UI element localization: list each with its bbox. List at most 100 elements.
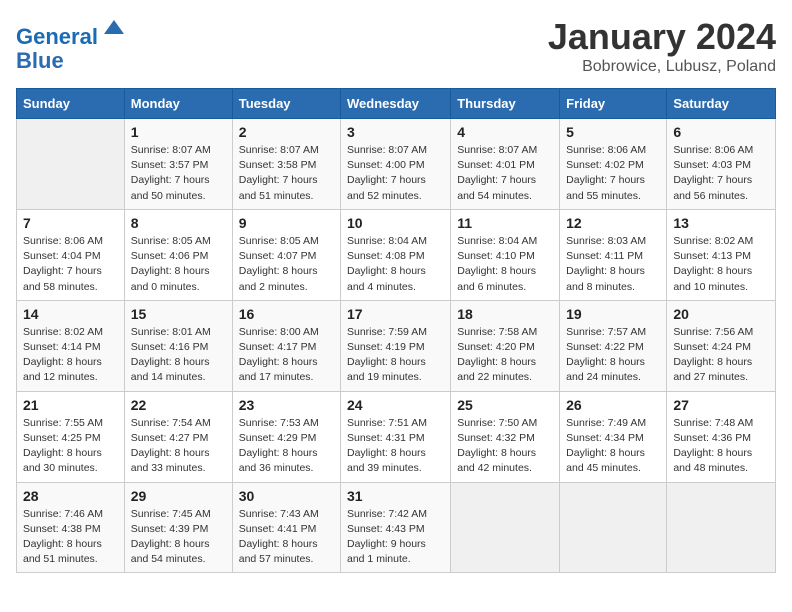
calendar-cell — [560, 482, 667, 573]
day-number: 17 — [347, 306, 444, 322]
day-info: Sunrise: 7:50 AM Sunset: 4:32 PM Dayligh… — [457, 416, 553, 477]
title-block: January 2024 Bobrowice, Lubusz, Poland — [548, 16, 776, 76]
day-number: 26 — [566, 397, 660, 413]
day-number: 16 — [239, 306, 334, 322]
day-info: Sunrise: 7:58 AM Sunset: 4:20 PM Dayligh… — [457, 325, 553, 386]
logo-text: General Blue — [16, 16, 128, 73]
calendar-cell: 20 Sunrise: 7:56 AM Sunset: 4:24 PM Dayli… — [667, 300, 776, 391]
day-number: 18 — [457, 306, 553, 322]
day-info: Sunrise: 7:42 AM Sunset: 4:43 PM Dayligh… — [347, 507, 444, 568]
header-thursday: Thursday — [451, 89, 560, 119]
calendar-cell: 24 Sunrise: 7:51 AM Sunset: 4:31 PM Dayli… — [341, 391, 451, 482]
calendar-cell: 28Sunrise: 7:46 AM Sunset: 4:38 PM Dayli… — [17, 482, 125, 573]
calendar-cell: 31 Sunrise: 7:42 AM Sunset: 4:43 PM Dayli… — [341, 482, 451, 573]
day-number: 1 — [131, 124, 226, 140]
day-info: Sunrise: 8:03 AM Sunset: 4:11 PM Dayligh… — [566, 234, 660, 295]
calendar-cell — [17, 119, 125, 210]
day-info: Sunrise: 7:46 AM Sunset: 4:38 PM Dayligh… — [23, 507, 118, 568]
day-number: 27 — [673, 397, 769, 413]
calendar-header-row: SundayMondayTuesdayWednesdayThursdayFrid… — [17, 89, 776, 119]
day-number: 24 — [347, 397, 444, 413]
day-info: Sunrise: 8:07 AM Sunset: 4:00 PM Dayligh… — [347, 143, 444, 204]
day-info: Sunrise: 8:00 AM Sunset: 4:17 PM Dayligh… — [239, 325, 334, 386]
day-info: Sunrise: 7:54 AM Sunset: 4:27 PM Dayligh… — [131, 416, 226, 477]
day-number: 6 — [673, 124, 769, 140]
day-number: 29 — [131, 488, 226, 504]
calendar-cell: 8 Sunrise: 8:05 AM Sunset: 4:06 PM Daylig… — [124, 209, 232, 300]
calendar-cell: 14Sunrise: 8:02 AM Sunset: 4:14 PM Dayli… — [17, 300, 125, 391]
day-number: 10 — [347, 215, 444, 231]
calendar-week-row: 21Sunrise: 7:55 AM Sunset: 4:25 PM Dayli… — [17, 391, 776, 482]
logo-line1: General — [16, 24, 98, 49]
header-tuesday: Tuesday — [232, 89, 340, 119]
logo-line2: Blue — [16, 48, 64, 73]
calendar-table: SundayMondayTuesdayWednesdayThursdayFrid… — [16, 88, 776, 573]
logo: General Blue — [16, 16, 128, 73]
day-number: 13 — [673, 215, 769, 231]
day-number: 4 — [457, 124, 553, 140]
day-number: 11 — [457, 215, 553, 231]
day-info: Sunrise: 7:51 AM Sunset: 4:31 PM Dayligh… — [347, 416, 444, 477]
calendar-week-row: 28Sunrise: 7:46 AM Sunset: 4:38 PM Dayli… — [17, 482, 776, 573]
day-number: 20 — [673, 306, 769, 322]
calendar-week-row: 14Sunrise: 8:02 AM Sunset: 4:14 PM Dayli… — [17, 300, 776, 391]
day-info: Sunrise: 8:06 AM Sunset: 4:03 PM Dayligh… — [673, 143, 769, 204]
day-info: Sunrise: 7:45 AM Sunset: 4:39 PM Dayligh… — [131, 507, 226, 568]
day-number: 19 — [566, 306, 660, 322]
calendar-cell: 27 Sunrise: 7:48 AM Sunset: 4:36 PM Dayli… — [667, 391, 776, 482]
calendar-cell: 17 Sunrise: 7:59 AM Sunset: 4:19 PM Dayli… — [341, 300, 451, 391]
day-number: 31 — [347, 488, 444, 504]
calendar-cell: 9Sunrise: 8:05 AM Sunset: 4:07 PM Daylig… — [232, 209, 340, 300]
day-info: Sunrise: 8:07 AM Sunset: 4:01 PM Dayligh… — [457, 143, 553, 204]
day-info: Sunrise: 8:07 AM Sunset: 3:58 PM Dayligh… — [239, 143, 334, 204]
day-number: 2 — [239, 124, 334, 140]
day-number: 25 — [457, 397, 553, 413]
day-info: Sunrise: 8:04 AM Sunset: 4:10 PM Dayligh… — [457, 234, 553, 295]
day-number: 8 — [131, 215, 226, 231]
day-info: Sunrise: 7:55 AM Sunset: 4:25 PM Dayligh… — [23, 416, 118, 477]
day-info: Sunrise: 8:02 AM Sunset: 4:14 PM Dayligh… — [23, 325, 118, 386]
calendar-cell: 30Sunrise: 7:43 AM Sunset: 4:41 PM Dayli… — [232, 482, 340, 573]
day-info: Sunrise: 7:56 AM Sunset: 4:24 PM Dayligh… — [673, 325, 769, 386]
day-info: Sunrise: 8:05 AM Sunset: 4:06 PM Dayligh… — [131, 234, 226, 295]
day-number: 3 — [347, 124, 444, 140]
calendar-cell: 15Sunrise: 8:01 AM Sunset: 4:16 PM Dayli… — [124, 300, 232, 391]
day-info: Sunrise: 8:04 AM Sunset: 4:08 PM Dayligh… — [347, 234, 444, 295]
calendar-cell: 16 Sunrise: 8:00 AM Sunset: 4:17 PM Dayli… — [232, 300, 340, 391]
day-info: Sunrise: 7:48 AM Sunset: 4:36 PM Dayligh… — [673, 416, 769, 477]
header-monday: Monday — [124, 89, 232, 119]
day-info: Sunrise: 7:53 AM Sunset: 4:29 PM Dayligh… — [239, 416, 334, 477]
header-wednesday: Wednesday — [341, 89, 451, 119]
month-title: January 2024 — [548, 16, 776, 58]
logo-icon — [100, 16, 128, 44]
calendar-cell: 18 Sunrise: 7:58 AM Sunset: 4:20 PM Dayli… — [451, 300, 560, 391]
location-subtitle: Bobrowice, Lubusz, Poland — [548, 58, 776, 76]
calendar-cell: 7 Sunrise: 8:06 AM Sunset: 4:04 PM Daylig… — [17, 209, 125, 300]
day-info: Sunrise: 8:06 AM Sunset: 4:04 PM Dayligh… — [23, 234, 118, 295]
calendar-cell: 12 Sunrise: 8:03 AM Sunset: 4:11 PM Dayli… — [560, 209, 667, 300]
calendar-cell: 19Sunrise: 7:57 AM Sunset: 4:22 PM Dayli… — [560, 300, 667, 391]
day-number: 7 — [23, 215, 118, 231]
calendar-cell — [667, 482, 776, 573]
header-saturday: Saturday — [667, 89, 776, 119]
calendar-week-row: 1 Sunrise: 8:07 AM Sunset: 3:57 PM Daylig… — [17, 119, 776, 210]
calendar-cell: 3 Sunrise: 8:07 AM Sunset: 4:00 PM Daylig… — [341, 119, 451, 210]
day-number: 5 — [566, 124, 660, 140]
calendar-cell: 25 Sunrise: 7:50 AM Sunset: 4:32 PM Dayli… — [451, 391, 560, 482]
day-info: Sunrise: 8:02 AM Sunset: 4:13 PM Dayligh… — [673, 234, 769, 295]
day-info: Sunrise: 7:59 AM Sunset: 4:19 PM Dayligh… — [347, 325, 444, 386]
day-number: 30 — [239, 488, 334, 504]
day-number: 12 — [566, 215, 660, 231]
calendar-cell: 4 Sunrise: 8:07 AM Sunset: 4:01 PM Daylig… — [451, 119, 560, 210]
day-number: 23 — [239, 397, 334, 413]
calendar-cell: 6 Sunrise: 8:06 AM Sunset: 4:03 PM Daylig… — [667, 119, 776, 210]
day-info: Sunrise: 8:07 AM Sunset: 3:57 PM Dayligh… — [131, 143, 226, 204]
header-sunday: Sunday — [17, 89, 125, 119]
calendar-cell: 26Sunrise: 7:49 AM Sunset: 4:34 PM Dayli… — [560, 391, 667, 482]
calendar-cell — [451, 482, 560, 573]
day-info: Sunrise: 8:01 AM Sunset: 4:16 PM Dayligh… — [131, 325, 226, 386]
day-number: 9 — [239, 215, 334, 231]
calendar-cell: 21Sunrise: 7:55 AM Sunset: 4:25 PM Dayli… — [17, 391, 125, 482]
calendar-week-row: 7 Sunrise: 8:06 AM Sunset: 4:04 PM Daylig… — [17, 209, 776, 300]
calendar-cell: 10 Sunrise: 8:04 AM Sunset: 4:08 PM Dayli… — [341, 209, 451, 300]
